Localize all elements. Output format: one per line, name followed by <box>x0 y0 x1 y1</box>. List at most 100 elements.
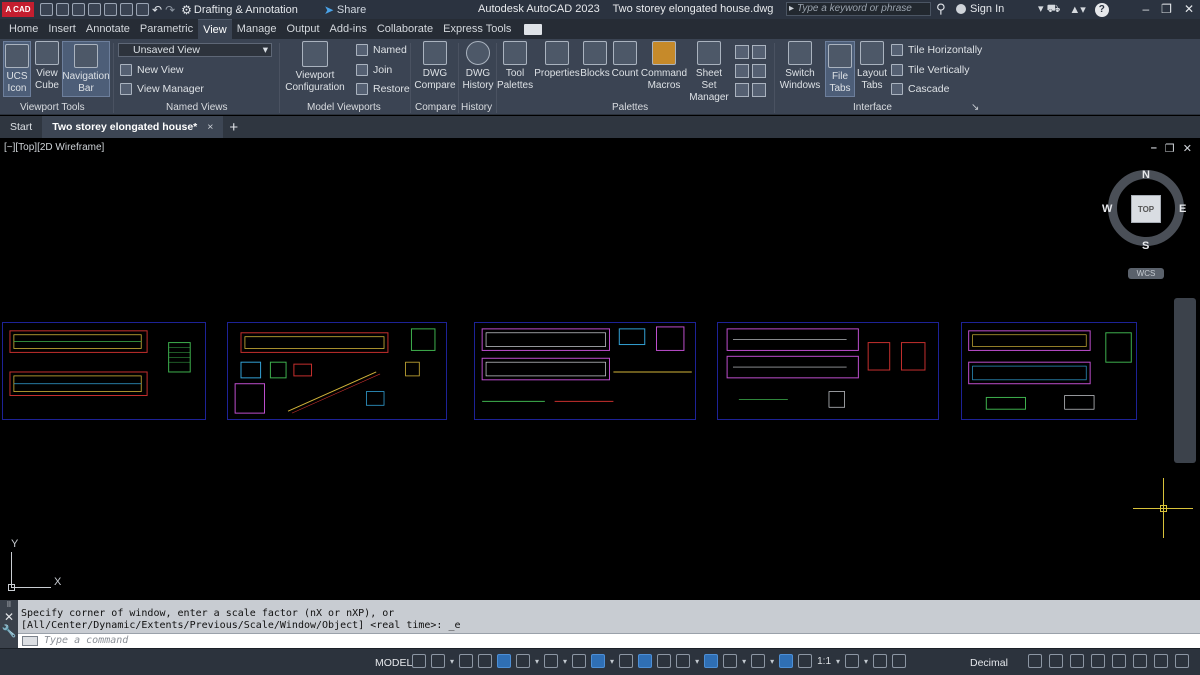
layout-tabs-button[interactable]: Layout Tabs <box>857 41 887 92</box>
object-snap-dropdown-icon[interactable]: ▾ <box>610 657 614 666</box>
undo-icon[interactable]: ↶ <box>152 3 162 17</box>
sheet-set-manager-button[interactable]: Sheet Set Manager <box>689 41 729 104</box>
search-icon[interactable]: ⚲ <box>936 1 946 17</box>
open-web-icon[interactable] <box>104 3 117 16</box>
grip-icon[interactable]: ⠿ <box>0 602 18 610</box>
auto-scale-icon[interactable] <box>798 654 813 668</box>
tile-horizontally-button[interactable]: Tile Horizontally <box>891 44 982 56</box>
isolate-objects-icon[interactable] <box>1070 654 1084 668</box>
isodraft-icon[interactable] <box>544 654 559 668</box>
command-line-handle[interactable]: ⠿ ✕ 🔧 <box>0 600 18 648</box>
tab-add-ins[interactable]: Add-ins <box>325 19 372 39</box>
close-icon[interactable]: ✕ <box>1184 2 1194 16</box>
named-viewports-button[interactable]: Named <box>356 44 407 56</box>
snap-icon[interactable] <box>431 654 445 668</box>
infer-constraints-icon[interactable] <box>459 654 474 668</box>
wcs-menu[interactable]: WCS <box>1128 268 1164 279</box>
viewport-restore-icon[interactable]: ❐ <box>1165 142 1175 155</box>
tab-collaborate[interactable]: Collaborate <box>372 19 438 39</box>
tool-palettes-button[interactable]: Tool Palettes <box>497 41 533 92</box>
calculator-icon[interactable] <box>752 64 766 78</box>
tab-express-tools[interactable]: Express Tools <box>438 19 516 39</box>
properties-button[interactable]: Properties <box>533 41 581 80</box>
lineweight-icon[interactable] <box>619 654 634 668</box>
annotation-visibility-icon[interactable] <box>779 654 794 668</box>
new-tab-icon[interactable]: + <box>229 119 238 136</box>
drawing-sheet-2[interactable] <box>227 322 447 420</box>
view-cube-button[interactable]: View Cube <box>34 41 60 92</box>
selection-filter-icon[interactable] <box>723 654 738 668</box>
workspace-switcher[interactable]: ⚙ Drafting & Annotation <box>181 3 298 17</box>
tab-home[interactable]: Home <box>4 19 43 39</box>
viewport-controls-label[interactable]: [−][Top][2D Wireframe] <box>4 142 104 153</box>
panel-launcher-icon[interactable]: ↘ <box>971 102 979 113</box>
drawing-sheet-5[interactable] <box>961 322 1137 420</box>
plot-icon[interactable] <box>136 3 149 16</box>
annotation-scale-dropdown-icon[interactable]: ▾ <box>836 657 840 666</box>
model-space-toggle[interactable]: MODEL <box>375 657 412 669</box>
3d-osnap-dropdown-icon[interactable]: ▾ <box>695 657 699 666</box>
layers-palette-icon[interactable] <box>735 45 749 59</box>
close-tab-icon[interactable]: × <box>207 116 213 138</box>
switch-windows-button[interactable]: Switch Windows <box>779 41 821 92</box>
print-icon[interactable] <box>752 83 766 97</box>
compass-west[interactable]: W <box>1102 203 1112 215</box>
grid-icon[interactable] <box>412 654 426 668</box>
status-menu-icon[interactable] <box>1175 654 1189 668</box>
object-snap-icon[interactable] <box>591 654 606 668</box>
minimize-icon[interactable]: – <box>1142 2 1149 16</box>
new-view-button[interactable]: New View <box>120 64 184 76</box>
3d-osnap-icon[interactable] <box>676 654 691 668</box>
join-viewports-button[interactable]: Join <box>356 64 392 76</box>
ortho-icon[interactable] <box>497 654 512 668</box>
graphics-performance-icon[interactable] <box>1091 654 1105 668</box>
annotation-scale[interactable]: 1:1 <box>817 656 831 667</box>
customization-menu-icon[interactable] <box>1154 654 1168 668</box>
transparency-icon[interactable] <box>638 654 653 668</box>
object-snap-tracking-icon[interactable] <box>572 654 587 668</box>
cart-icon[interactable]: ▾ ⛟ <box>1038 2 1060 17</box>
clean-screen-icon[interactable] <box>1133 654 1147 668</box>
close-command-line-icon[interactable]: ✕ <box>0 610 18 624</box>
compass-south[interactable]: S <box>1142 240 1149 252</box>
snap-dropdown-icon[interactable]: ▾ <box>450 657 454 666</box>
polar-tracking-icon[interactable] <box>516 654 531 668</box>
open-file-icon[interactable] <box>56 3 69 16</box>
help-icon[interactable]: ? <box>1094 2 1109 17</box>
cascade-button[interactable]: Cascade <box>891 83 949 95</box>
blocks-button[interactable]: Blocks <box>580 41 610 80</box>
viewport-tools-panel-title[interactable]: Viewport Tools <box>20 102 85 113</box>
selection-filter-dropdown-icon[interactable]: ▾ <box>742 657 746 666</box>
palettes-panel-title[interactable]: Palettes <box>612 102 648 113</box>
restore-viewports-button[interactable]: Restore <box>356 83 410 95</box>
ucs-icon-button[interactable]: UCS Icon <box>3 41 31 97</box>
markup-set-icon[interactable] <box>735 83 749 97</box>
recent-commands-icon[interactable] <box>22 636 38 646</box>
save-as-icon[interactable] <box>88 3 101 16</box>
compass-east[interactable]: E <box>1179 203 1186 215</box>
document-tab[interactable]: Two storey elongated house* × <box>42 116 224 138</box>
customize-icon[interactable]: 🔧 <box>0 624 18 638</box>
command-macros-button[interactable]: Command Macros <box>640 41 688 92</box>
viewport-close-icon[interactable]: ✕ <box>1183 142 1192 155</box>
hardware-acceleration-icon[interactable] <box>1112 654 1126 668</box>
view-manager-button[interactable]: View Manager <box>120 83 204 95</box>
drawing-area[interactable]: [−][Top][2D Wireframe] – ❐ ✕ TOP N S E W… <box>0 138 1200 600</box>
dwg-history-button[interactable]: DWG History <box>461 41 495 92</box>
file-tabs-button[interactable]: File Tabs <box>825 41 855 97</box>
command-input[interactable]: Type a command <box>18 633 1200 648</box>
dynamic-input-icon[interactable] <box>478 654 493 668</box>
ribbon-minimize-toggle[interactable] <box>524 24 543 35</box>
tile-vertically-button[interactable]: Tile Vertically <box>891 64 969 76</box>
autodesk-a360-icon[interactable]: ▲▾ <box>1069 3 1085 16</box>
isodraft-dropdown-icon[interactable]: ▾ <box>563 657 567 666</box>
drawing-sheet-4[interactable] <box>717 322 939 420</box>
start-tab[interactable]: Start <box>0 116 42 138</box>
compass-north[interactable]: N <box>1142 169 1150 181</box>
polar-dropdown-icon[interactable]: ▾ <box>535 657 539 666</box>
save-web-icon[interactable] <box>120 3 133 16</box>
new-file-icon[interactable] <box>40 3 53 16</box>
sign-in-button[interactable]: Sign In <box>956 3 1004 15</box>
viewport-configuration-button[interactable]: Viewport Configuration <box>284 41 346 94</box>
tab-manage[interactable]: Manage <box>232 19 282 39</box>
